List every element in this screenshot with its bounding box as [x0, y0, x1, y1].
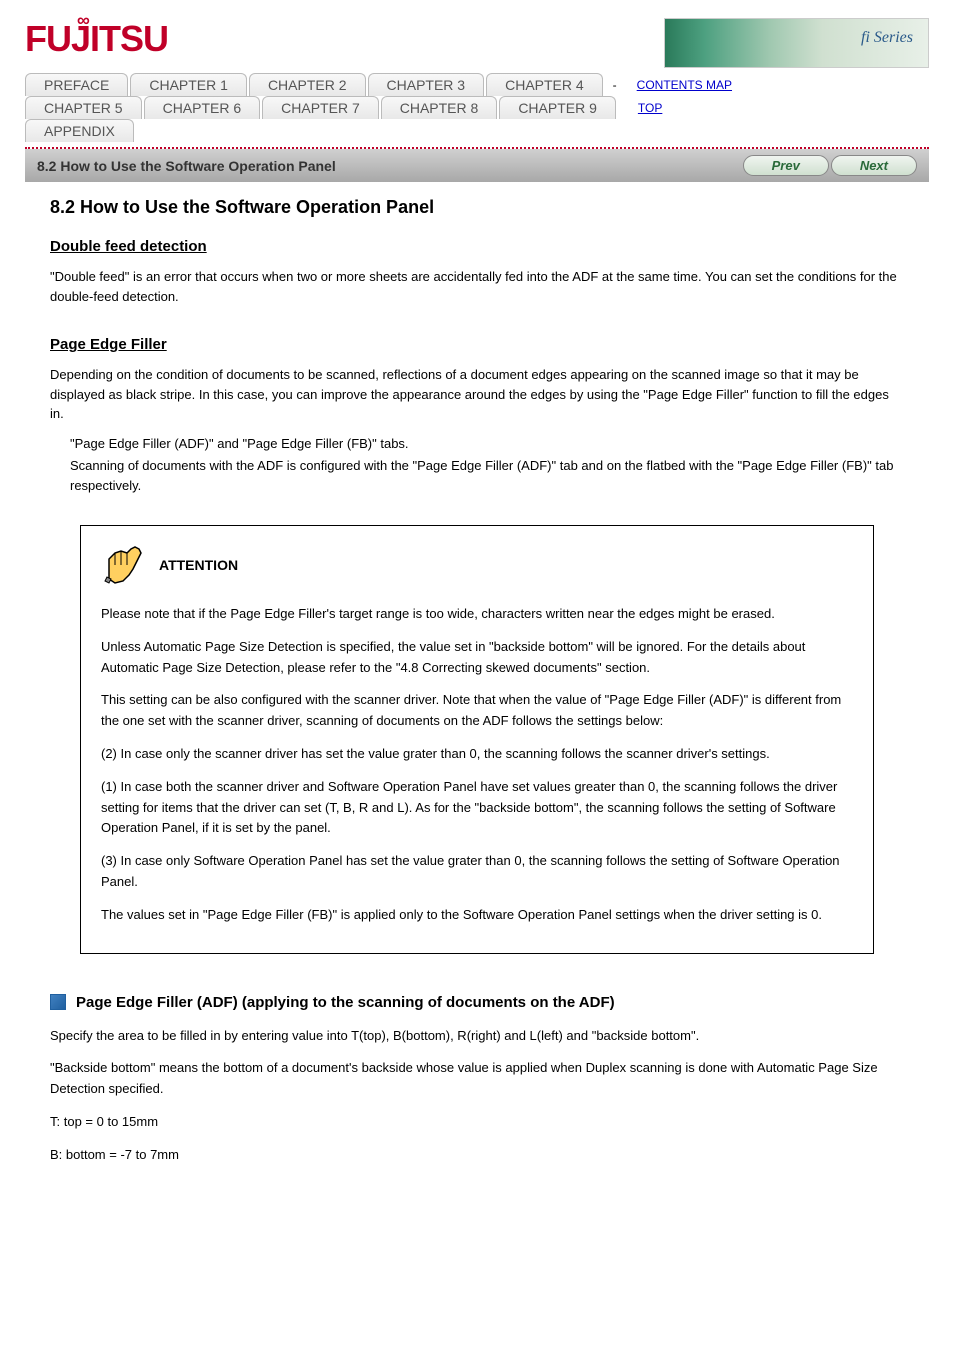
attention-header: ATTENTION	[101, 541, 853, 589]
content-area: 8.2 How to Use the Software Operation Pa…	[0, 182, 954, 994]
nav-container: PREFACE CHAPTER 1 CHAPTER 2 CHAPTER 3 CH…	[0, 73, 954, 142]
attention-p2: This setting can be also configured with…	[101, 690, 853, 732]
tab-preface[interactable]: PREFACE	[25, 73, 128, 96]
section-title: 8.2 How to Use the Software Operation Pa…	[50, 197, 904, 218]
tab-chapter-9[interactable]: CHAPTER 9	[499, 96, 616, 119]
bottom-p2: "Backside bottom" means the bottom of a …	[50, 1058, 904, 1100]
sub2-item-0: "Page Edge Filler (ADF)" and "Page Edge …	[70, 434, 904, 454]
attention-p6: The values set in "Page Edge Filler (FB)…	[101, 905, 853, 926]
attention-p3: (2) In case only the scanner driver has …	[101, 744, 853, 765]
subsection-page-edge: Page Edge Filler Depending on the condit…	[50, 336, 904, 495]
attention-p0: Please note that if the Page Edge Filler…	[101, 604, 853, 625]
nav-buttons: Prev Next	[743, 155, 917, 176]
attention-p5: (3) In case only Software Operation Pane…	[101, 851, 853, 893]
banner-image: fi Series	[664, 18, 929, 68]
attention-p4: (1) In case both the scanner driver and …	[101, 777, 853, 839]
sub1-title: Double feed detection	[50, 238, 904, 255]
top-link[interactable]: TOP	[638, 101, 662, 115]
tab-chapter-6[interactable]: CHAPTER 6	[144, 96, 261, 119]
attention-label: ATTENTION	[159, 557, 238, 573]
tab-chapter-7[interactable]: CHAPTER 7	[262, 96, 379, 119]
bottom-section: Page Edge Filler (ADF) (applying to the …	[0, 994, 954, 1166]
sub1-text: "Double feed" is an error that occurs wh…	[50, 267, 904, 306]
nav-row-2: CHAPTER 5 CHAPTER 6 CHAPTER 7 CHAPTER 8 …	[25, 96, 929, 119]
next-button[interactable]: Next	[831, 155, 917, 176]
bottom-t: T: top = 0 to 15mm	[50, 1112, 904, 1133]
sub2-text: Depending on the condition of documents …	[50, 365, 904, 424]
bottom-title: Page Edge Filler (ADF) (applying to the …	[76, 994, 615, 1011]
square-bullet-icon	[50, 994, 66, 1010]
banner-text: fi Series	[861, 29, 913, 47]
sub2-item-1: Scanning of documents with the ADF is co…	[70, 456, 904, 495]
subsection-double-feed: Double feed detection "Double feed" is a…	[50, 238, 904, 306]
header: ∞ FUJITSU fi Series	[0, 0, 954, 73]
bottom-b: B: bottom = -7 to 7mm	[50, 1145, 904, 1166]
sub2-title: Page Edge Filler	[50, 336, 904, 353]
logo-infinity-icon: ∞	[77, 10, 89, 31]
title-bar: 8.2 How to Use the Software Operation Pa…	[25, 149, 929, 182]
tab-chapter-5[interactable]: CHAPTER 5	[25, 96, 142, 119]
tab-chapter-2[interactable]: CHAPTER 2	[249, 73, 366, 96]
attention-box: ATTENTION Please note that if the Page E…	[80, 525, 874, 954]
bottom-header: Page Edge Filler (ADF) (applying to the …	[50, 994, 904, 1011]
fujitsu-logo: ∞ FUJITSU	[25, 18, 168, 60]
bottom-p1: Specify the area to be filled in by ente…	[50, 1026, 904, 1047]
prev-button[interactable]: Prev	[743, 155, 829, 176]
contents-map-link[interactable]: CONTENTS MAP	[637, 78, 732, 92]
attention-p1: Unless Automatic Page Size Detection is …	[101, 637, 853, 679]
nav-dash: -	[613, 78, 617, 92]
nav-row-1: PREFACE CHAPTER 1 CHAPTER 2 CHAPTER 3 CH…	[25, 73, 929, 96]
tab-chapter-8[interactable]: CHAPTER 8	[381, 96, 498, 119]
tab-chapter-4[interactable]: CHAPTER 4	[486, 73, 603, 96]
tab-chapter-3[interactable]: CHAPTER 3	[368, 73, 485, 96]
tab-chapter-1[interactable]: CHAPTER 1	[130, 73, 247, 96]
nav-row-3: APPENDIX	[25, 119, 929, 142]
tab-appendix[interactable]: APPENDIX	[25, 119, 134, 142]
attention-hand-icon	[101, 541, 149, 589]
page-title: 8.2 How to Use the Software Operation Pa…	[37, 158, 336, 174]
